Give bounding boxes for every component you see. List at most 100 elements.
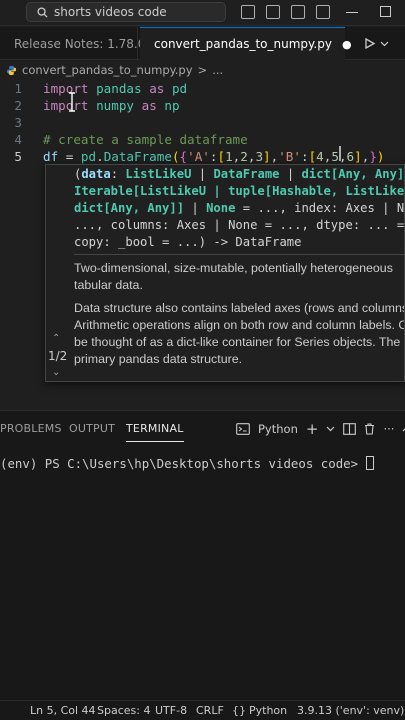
code-token: {	[179, 149, 188, 164]
signature-token: dict[Any, Any]]	[74, 201, 185, 215]
command-center-search[interactable]: shorts videos code	[26, 2, 226, 22]
bottom-panel: PROBLEMS OUTPUT TERMINAL Python + ··· (e…	[0, 410, 405, 700]
status-indentation[interactable]: Spaces: 4	[97, 704, 150, 717]
new-terminal-icon[interactable]: +	[306, 420, 319, 438]
code-token: as	[149, 81, 165, 96]
python-file-icon	[6, 65, 17, 75]
breadcrumb: convert_pandas_to_numpy.py > ...	[0, 61, 405, 79]
terminal-prompt: (env) PS C:\Users\hp\Desktop\shorts vide…	[0, 456, 366, 471]
breadcrumb-file[interactable]: convert_pandas_to_numpy.py	[22, 63, 193, 77]
tab-problems[interactable]: PROBLEMS	[0, 422, 62, 442]
terminal-icon	[236, 423, 250, 435]
tab-output[interactable]: OUTPUT	[69, 422, 115, 442]
minimize-button[interactable]	[346, 12, 358, 13]
previous-overload-icon[interactable]: ⌃	[52, 333, 60, 344]
code-token: ]	[263, 149, 271, 164]
code-line[interactable]: 4 # create a sample dataframe	[0, 131, 405, 148]
line-number: 5	[14, 149, 22, 164]
line-number: 4	[14, 132, 22, 147]
code-token: [	[217, 149, 226, 164]
signature-token: ..., columns: Axes | None = ..., dtype: …	[74, 218, 405, 232]
signature-token: DataFrame	[213, 167, 280, 181]
maximize-button[interactable]	[380, 6, 391, 17]
text-caret	[339, 146, 341, 161]
overload-counter: 1/2	[48, 349, 68, 363]
signature-doc-description: be thought of as a dict-like container f…	[74, 335, 401, 349]
signature-line: dict[Any, Any]] | None = ..., index: Axe…	[74, 200, 405, 217]
breadcrumb-separator: >	[197, 63, 208, 77]
signature-token: Iterable[ListLikeU | tuple[Hashable, Lis…	[74, 184, 405, 198]
code-token: pd	[80, 149, 97, 164]
signature-token: |	[191, 167, 214, 181]
tab-terminal[interactable]: TERMINAL	[126, 422, 184, 442]
terminal-toolbar: Python + ···	[236, 420, 405, 438]
trash-icon[interactable]	[364, 423, 375, 435]
unsaved-dot-icon[interactable]: ●	[342, 38, 352, 51]
signature-doc-summary: Two-dimensional, size-mutable, potential…	[74, 261, 393, 275]
signature-token: ListLikeU	[125, 167, 192, 181]
status-eol[interactable]: CRLF	[196, 704, 224, 717]
next-overload-icon[interactable]: ⌄	[52, 367, 60, 378]
editor-tab-bar: Release Notes: 1.78.0 convert_pandas_to_…	[0, 27, 405, 60]
signature-token: |	[184, 201, 207, 215]
terminal[interactable]: (env) PS C:\Users\hp\Desktop\shorts vide…	[0, 455, 405, 472]
code-token: 4	[316, 149, 324, 164]
code-token: 'A'	[187, 149, 210, 164]
status-encoding[interactable]: UTF-8	[155, 704, 187, 717]
status-cursor-position[interactable]: Ln 5, Col 44	[30, 704, 96, 717]
code-token: 2	[240, 149, 248, 164]
code-line[interactable]: 5 df = pd.DataFrame({'A':[1,2,3],'B':[4,5…	[0, 148, 405, 165]
signature-doc-description: primary pandas data structure.	[74, 352, 243, 366]
signature-doc-description: Arithmetic operations align on both row …	[74, 318, 405, 332]
code-token: import	[43, 98, 89, 113]
code-token: numpy	[96, 98, 135, 113]
code-line[interactable]: 3	[0, 114, 405, 131]
signature-token: dict[Any, Any]	[301, 167, 405, 181]
code-token: 5	[331, 149, 339, 164]
signature-token: :	[110, 167, 126, 181]
signature-line: copy: _bool = ...) -> DataFrame	[74, 234, 301, 251]
toggle-secondary-sidebar-icon[interactable]	[291, 5, 305, 19]
toggle-panel-icon[interactable]	[266, 5, 280, 19]
status-interpreter[interactable]: 3.9.13 ('env': venv)	[297, 704, 404, 717]
status-language[interactable]: Python	[249, 704, 287, 717]
line-number: 3	[14, 115, 22, 130]
tab-label: convert_pandas_to_numpy.py	[154, 37, 332, 51]
chevron-down-icon[interactable]	[326, 425, 335, 433]
toggle-primary-sidebar-icon[interactable]	[241, 5, 255, 19]
breadcrumb-more[interactable]: ...	[212, 63, 223, 77]
code-token: df	[43, 149, 59, 164]
code-line[interactable]: 1 import pandas as pd	[0, 80, 405, 97]
code-text: df = pd.DataFrame({'A':[1,2,3],'B':[4,5,…	[43, 148, 385, 165]
code-line[interactable]: 2 import numpy as np	[0, 97, 405, 114]
terminal-profile-label[interactable]: Python	[258, 422, 298, 436]
code-token: ]	[354, 149, 362, 164]
code-token: as	[141, 98, 157, 113]
signature-line: ..., columns: Axes | None = ..., dtype: …	[74, 217, 405, 234]
more-actions-icon[interactable]: ···	[383, 422, 394, 436]
chevron-down-icon[interactable]	[380, 40, 389, 48]
code-token: DataFrame	[103, 149, 172, 164]
signature-token: None	[206, 201, 236, 215]
tab-convert-pandas-to-numpy[interactable]: convert_pandas_to_numpy.py ●	[140, 27, 352, 60]
run-python-file-icon[interactable]	[363, 37, 376, 50]
split-terminal-icon[interactable]	[343, 423, 357, 435]
code-text: # create a sample dataframe	[43, 131, 248, 148]
status-language-braces-icon[interactable]: {}	[232, 704, 246, 717]
signature-token: = ..., index: Axes | None	[242, 201, 405, 215]
code-token: =	[58, 149, 81, 164]
signature-token: data	[81, 167, 111, 181]
code-token: import	[43, 81, 89, 96]
code-text: import numpy as np	[43, 97, 180, 114]
code-token: 6	[346, 149, 355, 164]
code-token: }	[369, 149, 377, 164]
tab-release-notes[interactable]: Release Notes: 1.78.0	[0, 27, 145, 60]
signature-doc-summary: tabular data.	[74, 278, 143, 292]
code-token: pd	[171, 81, 188, 96]
customize-layout-icon[interactable]	[316, 5, 330, 19]
line-number: 2	[14, 98, 22, 113]
